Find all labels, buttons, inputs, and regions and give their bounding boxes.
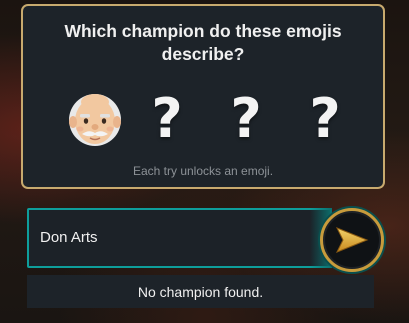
emoji-quiz-card: Which champion do these emojis describe? [21,4,385,189]
arrow-right-icon [335,227,369,253]
emoji-slot-1 [63,84,127,154]
emoji-slot-4: ? [293,84,357,154]
old-man-emoji-icon [69,94,121,146]
submit-guess-button[interactable] [320,208,384,272]
hidden-emoji-question-mark: ? [151,87,183,150]
emoji-row: ? ? ? [23,84,383,154]
hidden-emoji-question-mark: ? [230,87,262,150]
emoji-slot-2: ? [135,84,199,154]
quiz-hint: Each try unlocks an emoji. [132,164,274,178]
quiz-title: Which champion do these emojis describe? [64,21,342,64]
result-message: No champion found. [27,275,374,308]
emoji-slot-3: ? [214,84,278,154]
guess-input-container [27,208,332,268]
hidden-emoji-question-mark: ? [309,87,341,150]
champion-guess-input[interactable] [29,217,300,257]
